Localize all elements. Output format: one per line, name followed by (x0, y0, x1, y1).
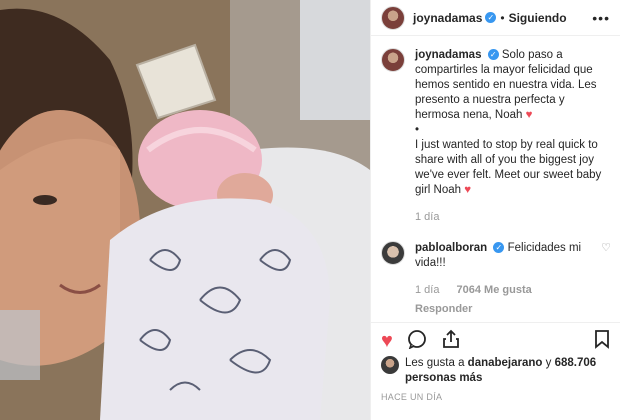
likes-connector: y (545, 357, 552, 369)
comment-likes[interactable]: 7064 Me gusta (457, 284, 532, 296)
comments-list: joynadamas ✓ Solo paso a compartirles la… (371, 48, 620, 317)
caption-body: joynadamas ✓ Solo paso a compartirles la… (415, 48, 611, 225)
post-timestamp[interactable]: HACE UN DÍA (381, 392, 442, 402)
comment-author[interactable]: pabloalboran (415, 242, 487, 254)
verified-icon: ✓ (485, 12, 497, 23)
caption-bullet: • (415, 124, 420, 136)
caption-meta: 1 día (415, 210, 611, 225)
author-avatar[interactable] (381, 5, 405, 30)
liker-avatar[interactable] (381, 356, 399, 374)
liker-username[interactable]: danabejarano (468, 357, 543, 369)
caption-author[interactable]: joynadamas (415, 49, 481, 61)
likes-summary: Les gusta a danabejarano y 688.706 perso… (381, 356, 616, 386)
bookmark-icon[interactable] (593, 329, 611, 353)
post-header: joynadamas ✓ • Siguiendo ••• (371, 0, 620, 36)
reply-button[interactable]: Responder (415, 302, 593, 317)
caption: joynadamas ✓ Solo paso a compartirles la… (381, 48, 611, 225)
heart-icon[interactable]: ♥ (381, 331, 393, 351)
more-options-icon[interactable]: ••• (592, 10, 610, 26)
share-icon[interactable] (441, 329, 461, 353)
following-button[interactable]: Siguiendo (509, 11, 567, 25)
likes-prefix: Les gusta a (405, 357, 465, 369)
caption-avatar[interactable] (381, 48, 405, 72)
verified-icon: ✓ (493, 242, 505, 254)
small-heart-icon[interactable]: ♡ (601, 241, 611, 254)
comment-body: pabloalboran ✓ Felicidades mi vida!!! 1 … (415, 241, 593, 317)
post-side-panel: joynadamas ✓ • Siguiendo ••• joynadamas … (370, 0, 620, 420)
photo-illustration (0, 0, 370, 420)
verified-icon: ✓ (487, 49, 499, 61)
caption-text-en: I just wanted to stop by real quick to s… (415, 139, 602, 196)
author-username[interactable]: joynadamas (413, 11, 482, 25)
separator-dot: • (500, 10, 505, 25)
commenter-avatar[interactable] (381, 241, 405, 265)
comment-icon[interactable] (407, 329, 427, 353)
heart-emoji-icon: ♥ (464, 184, 472, 196)
post-photo[interactable] (0, 0, 370, 420)
caption-time[interactable]: 1 día (415, 211, 439, 223)
comment-time[interactable]: 1 día (415, 284, 439, 296)
likes-text: Les gusta a danabejarano y 688.706 perso… (405, 356, 616, 386)
action-bar: ♥ (371, 322, 620, 358)
heart-emoji-icon: ♥ (525, 109, 533, 121)
comment-meta: 1 día 7064 Me gusta (415, 283, 593, 298)
comment: pabloalboran ✓ Felicidades mi vida!!! 1 … (381, 241, 611, 317)
